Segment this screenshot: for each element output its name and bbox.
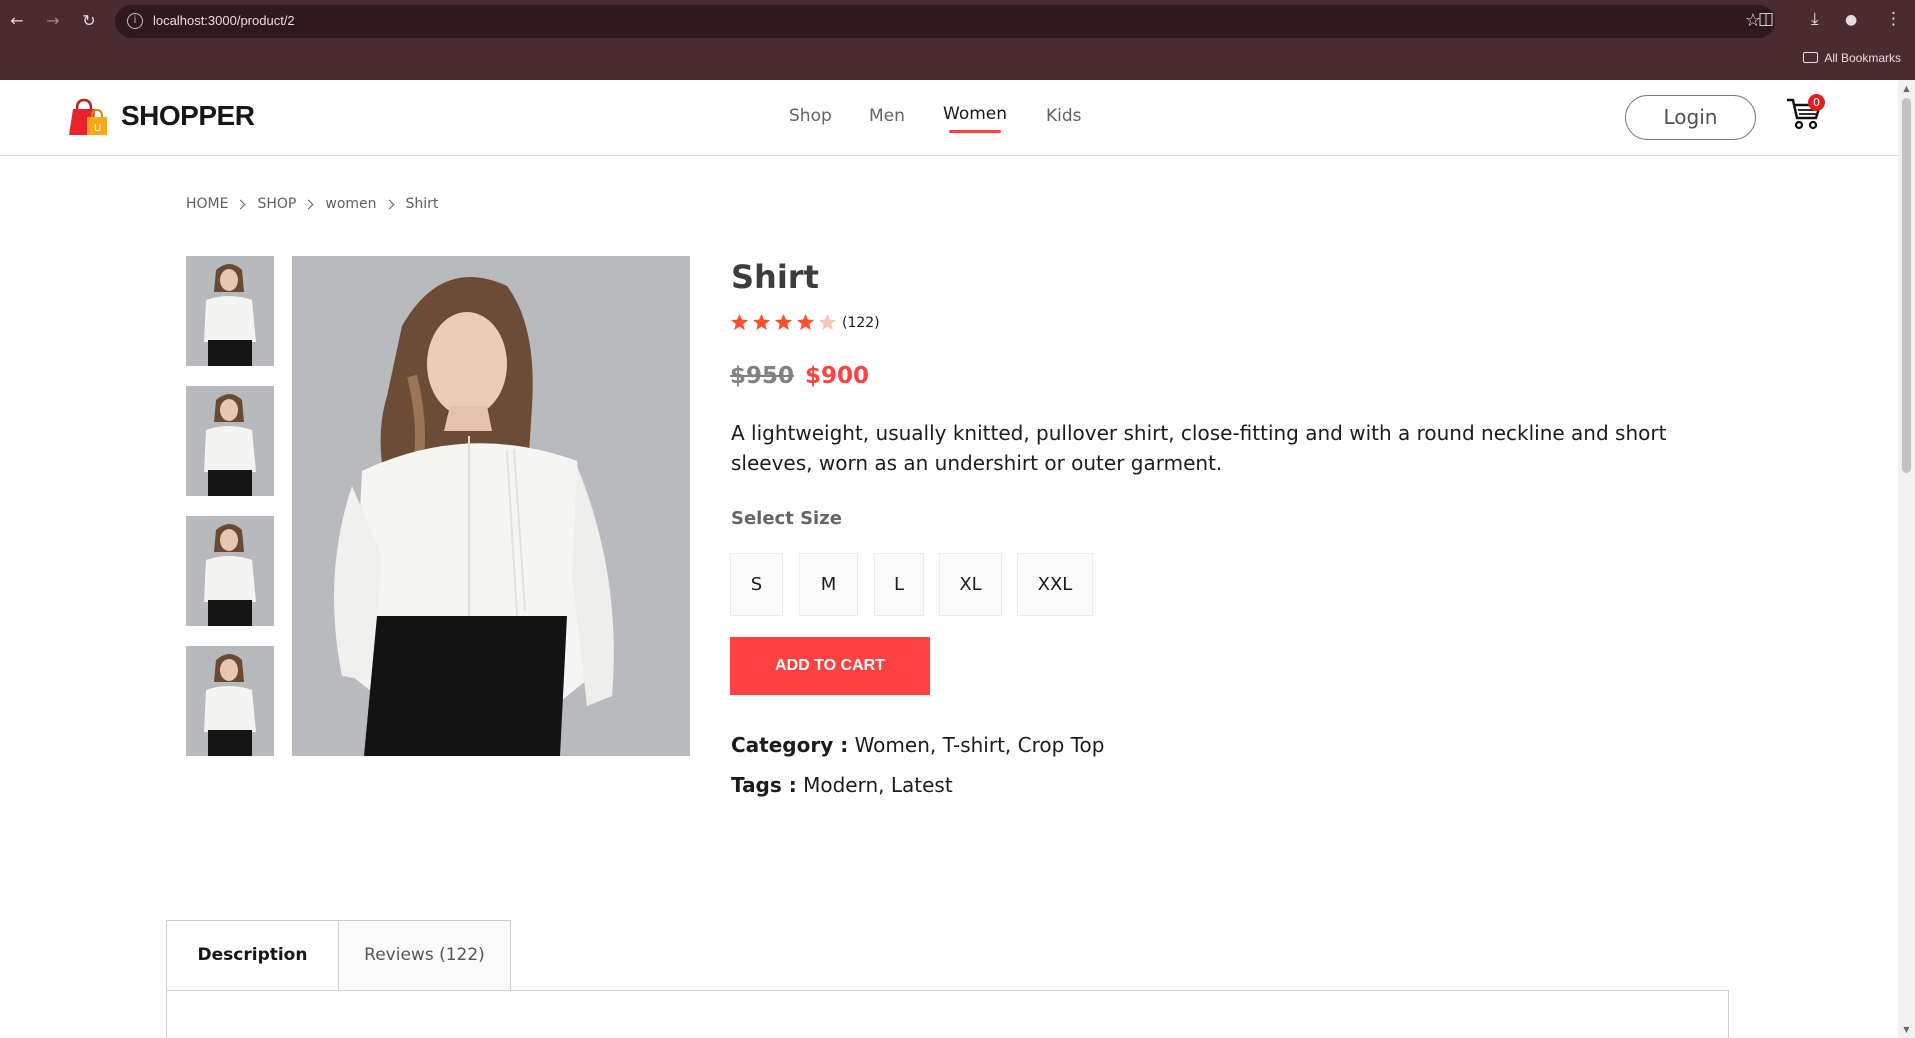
login-button[interactable]: Login <box>1625 95 1756 140</box>
back-icon[interactable]: ← <box>6 10 28 32</box>
nav-item-men[interactable]: Men <box>869 106 905 126</box>
product-main-image <box>292 256 690 756</box>
nav-item-women[interactable]: Women <box>943 104 1007 124</box>
scrollbar-thumb[interactable] <box>1902 98 1911 473</box>
star-rating: (122) <box>730 313 880 332</box>
chevron-right-icon <box>236 199 246 209</box>
size-option-xxl[interactable]: XXL <box>1017 553 1093 616</box>
breadcrumb-product: Shirt <box>405 196 439 212</box>
nav-item-kids[interactable]: Kids <box>1046 106 1082 126</box>
breadcrumb: HOME SHOP women Shirt <box>186 196 438 212</box>
category-label: Category : <box>731 733 849 757</box>
tab-reviews[interactable]: Reviews (122) <box>338 920 511 991</box>
size-option-xl[interactable]: XL <box>939 553 1002 616</box>
scroll-down-icon[interactable]: ▼ <box>1902 1025 1911 1034</box>
reload-icon[interactable]: ↻ <box>78 10 100 32</box>
browser-chrome: ← → ↻ i localhost:3000/product/2 ☆ ◫ ⤓ ●… <box>0 0 1915 80</box>
star-empty-icon <box>818 313 837 331</box>
product-thumbnail[interactable] <box>186 516 274 626</box>
old-price: $950 <box>730 363 795 389</box>
category-value: Women, T-shirt, Crop Top <box>854 733 1105 757</box>
page-scrollbar[interactable]: ▲ ▼ <box>1898 80 1915 1038</box>
product-thumbnail[interactable] <box>186 646 274 756</box>
bookmarks-label: All Bookmarks <box>1824 51 1901 65</box>
tags-label: Tags : <box>731 773 797 797</box>
extensions-icon[interactable]: ◫ <box>1758 9 1774 29</box>
add-to-cart-button[interactable]: ADD TO CART <box>730 637 930 695</box>
product-description: A lightweight, usually knitted, pullover… <box>731 421 1667 475</box>
chevron-right-icon <box>384 199 394 209</box>
download-icon[interactable]: ⤓ <box>1811 9 1819 29</box>
new-price: $900 <box>805 363 870 389</box>
folder-icon <box>1803 52 1819 63</box>
star-filled-icon <box>796 313 815 331</box>
nav-item-shop[interactable]: Shop <box>789 106 832 126</box>
profile-icon[interactable]: ● <box>1845 12 1857 28</box>
svg-text:U: U <box>94 123 101 134</box>
menu-icon[interactable]: ⋮ <box>1885 9 1902 29</box>
site-info-icon[interactable]: i <box>127 13 143 29</box>
size-option-m[interactable]: M <box>799 553 858 616</box>
size-label: Select Size <box>731 508 842 529</box>
shopping-bag-logo-icon[interactable]: U <box>67 97 109 137</box>
product-title: Shirt <box>731 258 819 296</box>
product-category: Category : Women, T-shirt, Crop Top <box>731 733 1104 757</box>
chevron-right-icon <box>303 199 314 209</box>
address-text: localhost:3000/product/2 <box>153 13 295 28</box>
brand-name[interactable]: SHOPPER <box>121 100 255 132</box>
star-filled-icon <box>752 313 771 331</box>
cart-count-badge: 0 <box>1808 94 1825 111</box>
size-option-l[interactable]: L <box>874 553 924 616</box>
size-option-s[interactable]: S <box>730 553 783 616</box>
star-filled-icon <box>730 313 749 331</box>
product-thumbnail[interactable] <box>186 256 274 366</box>
site-navbar: U SHOPPER Shop Men Women Kids Login 0 <box>0 80 1898 156</box>
breadcrumb-shop[interactable]: SHOP <box>257 196 296 212</box>
tab-description[interactable]: Description <box>166 920 339 991</box>
tab-panel <box>166 990 1729 1038</box>
active-nav-underline <box>949 130 1001 133</box>
breadcrumb-home[interactable]: HOME <box>186 196 228 212</box>
forward-icon[interactable]: → <box>42 10 64 32</box>
scroll-up-icon[interactable]: ▲ <box>1902 84 1911 93</box>
page: U SHOPPER Shop Men Women Kids Login 0 HO… <box>0 80 1898 1038</box>
tags-value: Modern, Latest <box>803 773 953 797</box>
product-tags: Tags : Modern, Latest <box>731 773 953 797</box>
star-filled-icon <box>774 313 793 331</box>
breadcrumb-category[interactable]: women <box>325 196 376 212</box>
address-bar[interactable]: i localhost:3000/product/2 ☆ <box>115 5 1775 38</box>
product-thumbnail[interactable] <box>186 386 274 496</box>
review-count: (122) <box>842 314 880 331</box>
all-bookmarks[interactable]: All Bookmarks <box>1803 51 1901 65</box>
